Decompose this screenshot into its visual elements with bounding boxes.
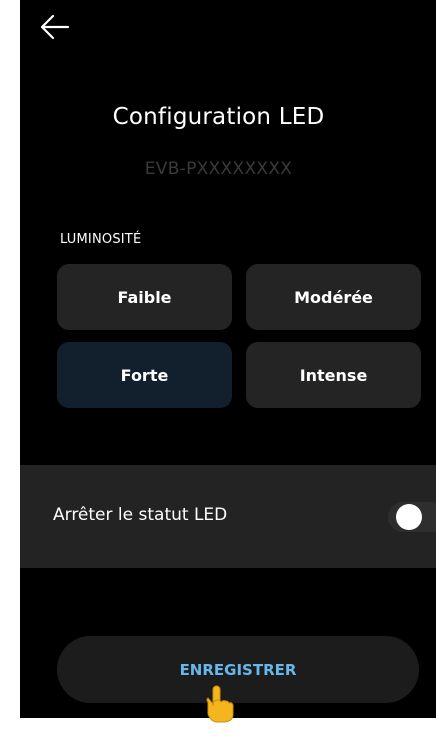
- page-title: Configuration LED: [112, 104, 325, 130]
- led-config-screen: Configuration LED EVB-PXXXXXXXX LUMINOSI…: [20, 0, 436, 718]
- hand-pointer-icon: [206, 685, 234, 723]
- brightness-option-intense[interactable]: Intense: [246, 342, 421, 408]
- led-status-label: Arrêter le statut LED: [53, 505, 228, 525]
- brightness-label: LUMINOSITÉ: [60, 232, 142, 247]
- brightness-option-forte[interactable]: Forte: [57, 342, 232, 408]
- brightness-option-faible[interactable]: Faible: [57, 264, 232, 330]
- save-button[interactable]: ENREGISTRER: [57, 636, 419, 703]
- led-status-row: Arrêter le statut LED: [20, 465, 436, 568]
- brightness-option-moderee[interactable]: Modérée: [246, 264, 421, 330]
- device-id: EVB-PXXXXXXXX: [144, 159, 293, 179]
- arrow-left-icon[interactable]: [38, 12, 72, 42]
- switch-knob[interactable]: [396, 504, 422, 530]
